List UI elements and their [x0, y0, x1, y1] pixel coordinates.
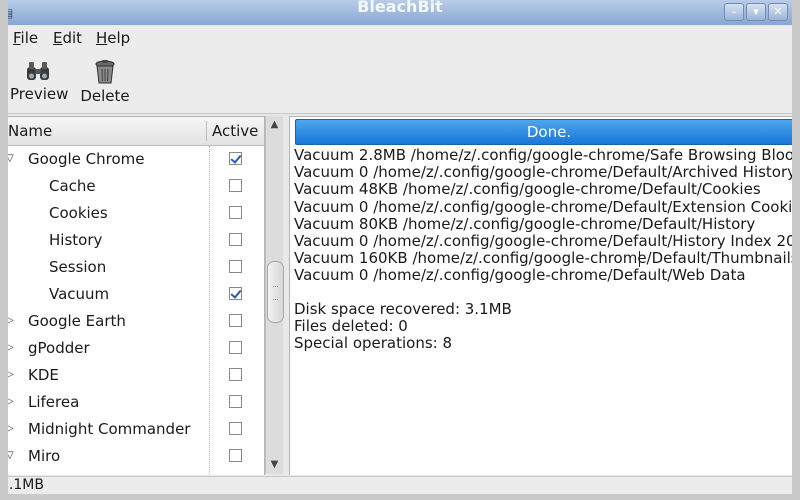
progress-bar: Done.	[295, 119, 800, 145]
preview-label: Preview	[10, 85, 69, 103]
menu-file-label: ile	[20, 29, 39, 47]
active-checkbox[interactable]	[229, 449, 242, 462]
tree-row-label: Miro	[28, 447, 61, 465]
column-header-active[interactable]: Active	[212, 122, 258, 140]
active-checkbox[interactable]	[229, 341, 242, 354]
active-checkbox[interactable]	[229, 395, 242, 408]
tree-row[interactable]: ▷ KDE	[0, 362, 264, 389]
tree-row-label: Google Chrome	[28, 150, 145, 168]
log-line: Vacuum 80KB /home/z/.config/google-chrom…	[294, 215, 756, 233]
tree-row-label: Liferea	[28, 393, 80, 411]
tree-row-label: Google Earth	[28, 312, 126, 330]
log-line: Vacuum 160KB /home/z/.config/google-chro…	[294, 250, 799, 268]
tree-scrollbar[interactable]: ▲ ▼	[265, 116, 284, 474]
column-separator	[206, 121, 207, 141]
special-operations: Special operations: 8	[294, 334, 453, 353]
menu-bar: File Edit Help	[0, 25, 800, 51]
summary: Disk space recovered: 3.1MB Files delete…	[294, 300, 512, 353]
tree-row-label: gPodder	[28, 339, 90, 357]
scroll-thumb[interactable]	[267, 261, 284, 323]
tree-row-label: History	[49, 231, 103, 249]
preview-button[interactable]: Preview	[10, 59, 69, 103]
menu-edit[interactable]: Edit	[53, 29, 82, 47]
scroll-down-arrow-icon[interactable]: ▼	[267, 458, 282, 472]
tree-row[interactable]: ▷ Liferea	[0, 389, 264, 416]
trash-can-icon	[95, 60, 115, 84]
delete-button[interactable]: Delete	[78, 59, 132, 105]
tree-row[interactable]: History	[0, 227, 264, 254]
active-checkbox[interactable]	[229, 233, 242, 246]
menu-file-accel: F	[13, 29, 21, 47]
binoculars-icon	[27, 62, 49, 80]
operation-log: Vacuum 2.8MB /home/z/.config/google-chro…	[294, 147, 800, 285]
maximize-button[interactable]: ▾	[746, 3, 766, 21]
tree-row[interactable]: ▷ gPodder	[0, 335, 264, 362]
active-checkbox[interactable]	[229, 368, 242, 381]
status-bar: 3.1MB	[0, 476, 800, 495]
minimize-button[interactable]: –	[724, 3, 744, 21]
window-frame-right	[792, 0, 800, 500]
tree-row-label: KDE	[28, 366, 59, 384]
title-bar[interactable]: ▤ BleachBit – ▾ ✕	[0, 0, 800, 26]
active-checkbox[interactable]	[229, 422, 242, 435]
log-line: Vacuum 2.8MB /home/z/.config/google-chro…	[294, 147, 800, 164]
column-header-name[interactable]: Name	[8, 122, 52, 140]
tree-row[interactable]: ▷ Google Earth	[0, 308, 264, 335]
menu-edit-label: dit	[62, 29, 83, 47]
active-checkbox[interactable]	[229, 206, 242, 219]
text-cursor	[639, 251, 640, 267]
tree-row[interactable]: ▷ Midnight Commander	[0, 416, 264, 443]
tree-row-label: Session	[49, 258, 107, 276]
tree-row-label: Cookies	[49, 204, 108, 222]
menu-file[interactable]: File	[13, 29, 38, 47]
scroll-up-arrow-icon[interactable]: ▲	[267, 118, 282, 132]
active-checkbox[interactable]	[229, 260, 242, 273]
window-frame-left	[0, 0, 8, 500]
progress-text: Done.	[526, 123, 572, 141]
menu-help-accel: H	[96, 29, 108, 47]
active-checkbox[interactable]	[229, 314, 242, 327]
disk-space-recovered: Disk space recovered: 3.1MB	[294, 300, 512, 318]
tree-rows: ▽ Google Chrome Cache Cookies History Session…	[0, 146, 264, 470]
tree-row[interactable]: Cache	[0, 173, 264, 200]
window-title: BleachBit	[357, 0, 443, 16]
window-frame-bottom	[0, 494, 800, 500]
tree-row-label: Midnight Commander	[28, 420, 191, 438]
grip-icon	[273, 286, 278, 300]
log-line: Vacuum 0 /home/z/.config/google-chrome/D…	[294, 232, 800, 250]
active-checkbox[interactable]	[229, 152, 242, 165]
close-button[interactable]: ✕	[768, 3, 788, 21]
tree-row[interactable]: Cookies	[0, 200, 264, 227]
tree-row-label: Cache	[49, 177, 96, 195]
results-pane[interactable]: Done. Vacuum 2.8MB /home/z/.config/googl…	[289, 116, 800, 475]
cleaner-tree[interactable]: Name Active ▽ Google Chrome Cache Cookies Hi…	[0, 116, 265, 475]
tree-row[interactable]: ▽ Miro	[0, 443, 264, 470]
log-line: Vacuum 0 /home/z/.config/google-chrome/D…	[294, 164, 797, 182]
menu-help-label: elp	[107, 29, 131, 47]
tree-row[interactable]: Vacuum	[0, 281, 264, 308]
log-line: Vacuum 48KB /home/z/.config/google-chrom…	[294, 181, 761, 199]
active-checkbox[interactable]	[229, 287, 242, 300]
log-line: Vacuum 0 /home/z/.config/google-chrome/D…	[294, 267, 746, 285]
toolbar: Preview Delete	[0, 51, 800, 114]
log-line: Vacuum 0 /home/z/.config/google-chrome/D…	[294, 198, 800, 216]
files-deleted: Files deleted: 0	[294, 317, 408, 336]
tree-row[interactable]: Session	[0, 254, 264, 281]
tree-row-label: Vacuum	[49, 285, 110, 303]
tree-row[interactable]: ▽ Google Chrome	[0, 146, 264, 173]
tree-header: Name Active	[0, 117, 264, 146]
menu-help[interactable]: Help	[96, 29, 130, 47]
delete-label: Delete	[80, 87, 130, 105]
active-checkbox[interactable]	[229, 179, 242, 192]
